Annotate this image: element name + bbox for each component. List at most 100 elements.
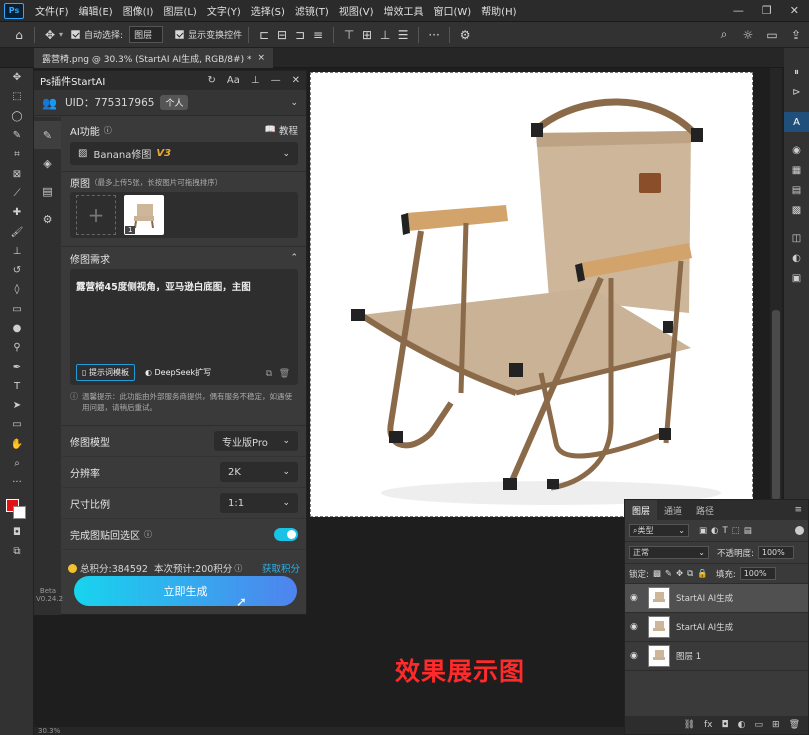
layer-filter-dropdown[interactable]: ⌕ 类型 ⌄	[629, 524, 689, 537]
opacity-input[interactable]: 100%	[757, 546, 794, 559]
rectangle-tool-icon[interactable]: ▭	[0, 415, 34, 434]
trash-icon[interactable]: 🗑	[279, 369, 290, 379]
copy-icon[interactable]: ⧉	[266, 369, 272, 379]
eye-icon[interactable]: ◉	[630, 651, 644, 661]
filter-smart-icon[interactable]: ▤	[744, 526, 752, 536]
type-tool-icon[interactable]: T	[0, 377, 34, 396]
patterns-panel-icon[interactable]: ▩	[784, 200, 809, 220]
document-icon[interactable]: ▤	[34, 177, 61, 205]
new-layer-icon[interactable]: ⊞	[772, 720, 780, 730]
vertical-scrollbar-thumb[interactable]	[772, 310, 780, 500]
layer-row[interactable]: ◉ StartAI AI生成	[625, 613, 808, 642]
align-bottom-icon[interactable]: ⊥	[376, 26, 394, 44]
gear-icon[interactable]: ⚙	[456, 26, 474, 44]
tutorial-link[interactable]: 教程	[279, 123, 298, 137]
lock-all-icon[interactable]: 🔒	[697, 569, 708, 579]
menu-view[interactable]: 视图(V)	[334, 3, 379, 18]
resolution-dropdown[interactable]: 2K ⌄	[220, 462, 298, 482]
source-image-thumbnail[interactable]: 1	[124, 195, 164, 235]
home-icon[interactable]: ⌂	[10, 26, 28, 44]
document-canvas[interactable]	[310, 72, 753, 517]
layer-row[interactable]: ◉ 图层 1	[625, 642, 808, 671]
startai-plugin-icon[interactable]: A	[784, 112, 809, 132]
refresh-icon[interactable]: ↻	[208, 75, 216, 86]
add-image-button[interactable]: +	[76, 195, 116, 235]
lock-position-icon[interactable]: ✥	[676, 569, 683, 579]
move-tool-icon[interactable]: ✥	[41, 26, 59, 44]
user-info-row[interactable]: 👥 UID：775317965 个人 ⌄	[34, 90, 306, 116]
gradient-tool-icon[interactable]: ▭	[0, 300, 34, 319]
mask-icon[interactable]: ◘	[722, 720, 729, 730]
auto-select-checkbox[interactable]	[71, 30, 81, 39]
retouch-model-dropdown[interactable]: 专业版Pro ⌄	[214, 431, 298, 451]
group-icon[interactable]: ▭	[755, 720, 764, 730]
info-icon[interactable]: ⓘ	[144, 529, 152, 540]
document-tab[interactable]: 露营椅.png @ 30.3% (StartAI AI生成, RGB/8#) *…	[34, 48, 273, 68]
pen-tool-icon[interactable]: ✒	[0, 357, 34, 376]
stamp-tool-icon[interactable]: ⊥	[0, 242, 34, 261]
chevron-up-icon[interactable]: ⌃	[290, 253, 298, 263]
hand-tool-icon[interactable]: ✋	[0, 435, 34, 454]
chevron-down-icon[interactable]: ⌄	[290, 98, 298, 108]
distribute-v-icon[interactable]: ☰	[394, 26, 412, 44]
tab-paths[interactable]: 路径	[689, 500, 721, 520]
layers-stack-icon[interactable]: ◈	[34, 149, 61, 177]
healing-tool-icon[interactable]: ✚	[0, 203, 34, 222]
lightbulb-icon[interactable]: ☼	[739, 26, 757, 44]
histogram-panel-icon[interactable]: ◫	[784, 228, 809, 248]
font-size-icon[interactable]: Aa	[227, 75, 240, 86]
color-panel-icon[interactable]: ◉	[784, 140, 809, 160]
menu-edit[interactable]: 编辑(E)	[74, 3, 118, 18]
align-top-icon[interactable]: ⊤	[340, 26, 358, 44]
auto-select-dropdown[interactable]: 图层	[129, 26, 164, 43]
distribute-icon[interactable]: ≡	[309, 26, 327, 44]
layer-row[interactable]: ◉ StartAI AI生成	[625, 584, 808, 613]
maximize-icon[interactable]: ❐	[762, 4, 772, 17]
get-points-link[interactable]: 获取积分	[262, 561, 300, 575]
link-icon[interactable]: ⛓	[684, 720, 695, 730]
menu-file[interactable]: 文件(F)	[30, 3, 74, 18]
close-panel-icon[interactable]: ✕	[292, 75, 300, 86]
close-icon[interactable]: ✕	[790, 4, 799, 17]
menu-filter[interactable]: 滤镜(T)	[290, 3, 334, 18]
filter-type-icon[interactable]: T	[722, 526, 727, 536]
menu-layer[interactable]: 图层(L)	[158, 3, 201, 18]
lock-artboard-icon[interactable]: ⧉	[687, 569, 693, 579]
eraser-tool-icon[interactable]: ◊	[0, 280, 34, 299]
info-icon[interactable]: ⓘ	[104, 125, 112, 136]
search-icon[interactable]: ⌕	[715, 26, 733, 44]
blend-mode-dropdown[interactable]: 正常 ⌄	[629, 546, 709, 559]
background-color-swatch[interactable]	[13, 505, 26, 519]
history-brush-icon[interactable]: ↺	[0, 261, 34, 280]
zoom-tool-icon[interactable]: ⌕	[0, 454, 34, 473]
brush-tool-icon[interactable]: 🖌	[0, 222, 34, 241]
quick-mask-icon[interactable]: ◘	[0, 523, 34, 542]
marquee-tool-icon[interactable]: ⬚	[0, 87, 34, 106]
properties-panel-icon[interactable]: ⊳	[784, 82, 809, 102]
chevron-down-icon[interactable]: ▾	[59, 30, 63, 39]
pin-icon[interactable]: ⊥	[251, 75, 260, 86]
path-select-tool-icon[interactable]: ➤	[0, 396, 34, 415]
filter-shape-icon[interactable]: ⬚	[732, 526, 740, 536]
adjustments-panel-icon[interactable]: ◐	[784, 248, 809, 268]
frame-tool-icon[interactable]: ⊠	[0, 164, 34, 183]
libraries-panel-icon[interactable]: ▣	[784, 268, 809, 288]
trash-icon[interactable]: 🗑	[789, 720, 800, 730]
fill-input[interactable]: 100%	[739, 567, 776, 580]
filter-pixel-icon[interactable]: ▣	[699, 526, 707, 536]
tab-channels[interactable]: 通道	[657, 500, 689, 520]
blur-tool-icon[interactable]: ●	[0, 319, 34, 338]
dodge-tool-icon[interactable]: ⚲	[0, 338, 34, 357]
align-left-icon[interactable]: ⊏	[255, 26, 273, 44]
crop-tool-icon[interactable]: ⌗	[0, 145, 34, 164]
generate-button[interactable]: 立即生成	[74, 576, 297, 606]
minimize-panel-icon[interactable]: —	[271, 75, 281, 86]
deepseek-expand-button[interactable]: ◐ DeepSeek扩写	[141, 365, 215, 380]
adjustment-icon[interactable]: ◐	[738, 720, 746, 730]
swatches-panel-icon[interactable]: ▦	[784, 160, 809, 180]
show-transform-checkbox[interactable]	[175, 30, 185, 39]
minimize-icon[interactable]: —	[733, 4, 744, 17]
settings-icon[interactable]: ⚙	[34, 205, 61, 233]
workspace-icon[interactable]: ▭	[763, 26, 781, 44]
menu-select[interactable]: 选择(S)	[246, 3, 290, 18]
